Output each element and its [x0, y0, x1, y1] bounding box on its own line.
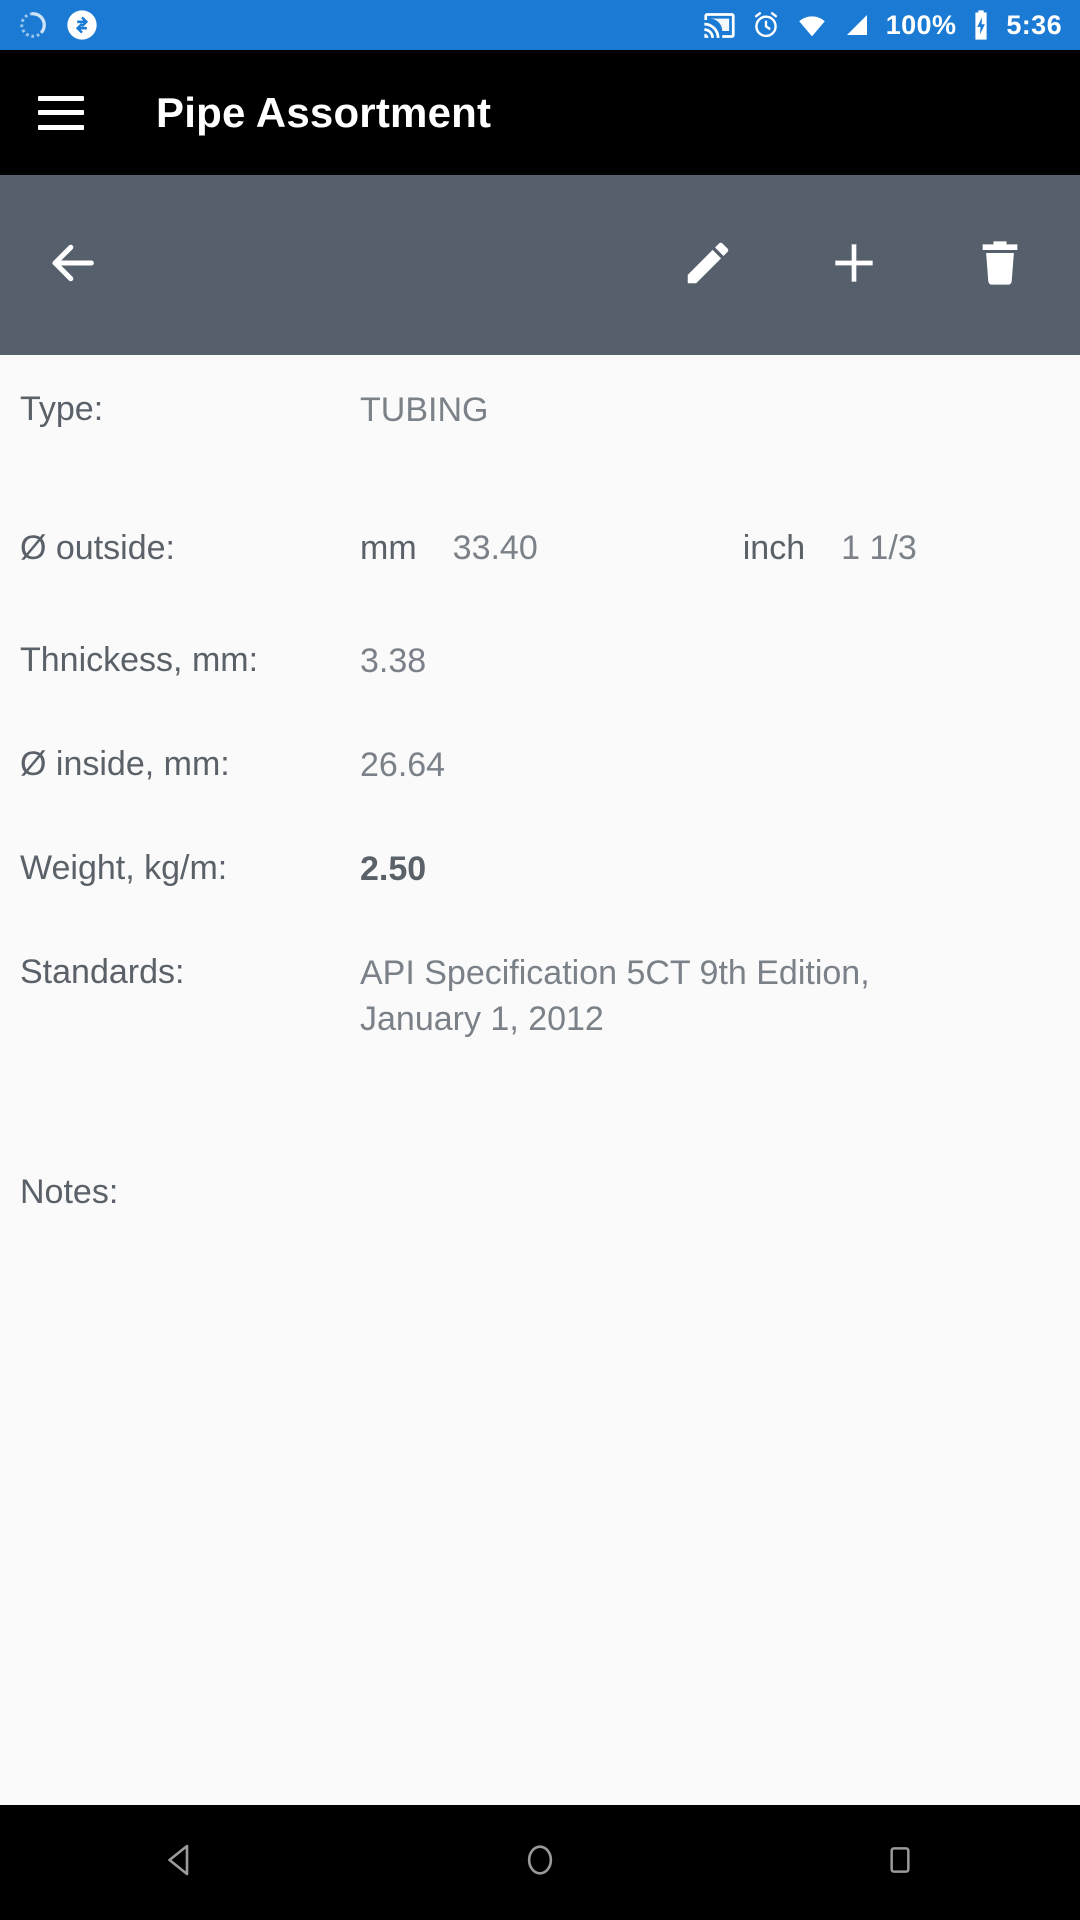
nav-back-button[interactable] [105, 1805, 255, 1920]
notes-label: Notes: [20, 1173, 119, 1211]
thickness-label: Thnickess, mm: [20, 641, 259, 679]
standards-label: Standards: [20, 953, 185, 991]
action-toolbar [0, 175, 1080, 355]
weight-value: 2.50 [360, 850, 427, 888]
outside-diameter-mm-value: 33.40 [452, 529, 538, 567]
detail-row-inside-diameter: Ø inside, mm: 26.64 [0, 742, 1080, 789]
status-bar-left-icons [18, 9, 98, 41]
detail-row-outside-diameter: Ø outside: mm 33.40 inch 1 1/3 [0, 526, 1080, 570]
battery-charging-icon [970, 9, 992, 41]
arrow-back-icon [43, 234, 101, 297]
wifi-icon [796, 9, 828, 41]
square-recents-icon [880, 1840, 920, 1885]
add-button[interactable] [794, 205, 914, 325]
detail-row-notes: Notes: [0, 1170, 1080, 1214]
outside-diameter-mm-group: mm 33.40 [360, 529, 538, 568]
plus-icon [826, 235, 882, 296]
cast-icon [703, 9, 736, 42]
signal-icon [842, 10, 872, 40]
detail-row-weight: Weight, kg/m: 2.50 [0, 846, 1080, 893]
outside-diameter-label: Ø outside: [20, 529, 175, 567]
hamburger-line [38, 110, 84, 115]
inside-diameter-value: 26.64 [360, 746, 446, 784]
app-bar: Pipe Assortment [0, 50, 1080, 175]
sync-icon [66, 9, 98, 41]
outside-diameter-inch-unit: inch [742, 529, 806, 567]
inside-diameter-label: Ø inside, mm: [20, 745, 230, 783]
trash-icon [974, 237, 1026, 294]
detail-row-standards: Standards: API Specification 5CT 9th Edi… [0, 950, 1080, 1042]
system-navigation-bar [0, 1805, 1080, 1920]
triangle-back-icon [159, 1839, 201, 1886]
pencil-icon [681, 236, 735, 295]
hamburger-line [38, 124, 84, 130]
detail-row-thickness: Thnickess, mm: 3.38 [0, 638, 1080, 685]
edit-button[interactable] [648, 205, 768, 325]
detail-content: Type: TUBING Ø outside: mm 33.40 inch 1 … [0, 355, 1080, 1805]
outside-diameter-inch-group: inch 1 1/3 [743, 529, 917, 568]
clock-label: 5:36 [1006, 9, 1062, 40]
app-screen: 100% 5:36 Pipe Assortment Type: TUBING Ø… [0, 0, 1080, 1920]
back-button[interactable] [12, 205, 132, 325]
alarm-icon [750, 9, 782, 41]
hamburger-menu-icon[interactable] [38, 95, 84, 130]
progress-spinner-icon [18, 10, 48, 40]
outside-diameter-inch-value: 1 1/3 [841, 529, 917, 567]
action-toolbar-right-group [648, 205, 1080, 325]
battery-percent-label: 100% [885, 9, 957, 40]
thickness-value: 3.38 [360, 642, 427, 680]
nav-home-button[interactable] [465, 1805, 615, 1920]
weight-label: Weight, kg/m: [20, 849, 228, 887]
status-bar-right-icons: 100% 5:36 [703, 9, 1062, 42]
circle-home-icon [519, 1839, 561, 1886]
delete-button[interactable] [940, 205, 1060, 325]
page-title: Pipe Assortment [156, 88, 492, 136]
nav-recents-button[interactable] [825, 1805, 975, 1920]
hamburger-line [38, 95, 84, 101]
type-label: Type: [20, 390, 104, 428]
outside-diameter-mm-unit: mm [360, 529, 417, 567]
status-bar: 100% 5:36 [0, 0, 1080, 50]
standards-value: API Specification 5CT 9th Edition, Janua… [360, 954, 870, 1038]
type-value: TUBING [360, 391, 489, 429]
detail-row-type: Type: TUBING [0, 387, 1080, 434]
